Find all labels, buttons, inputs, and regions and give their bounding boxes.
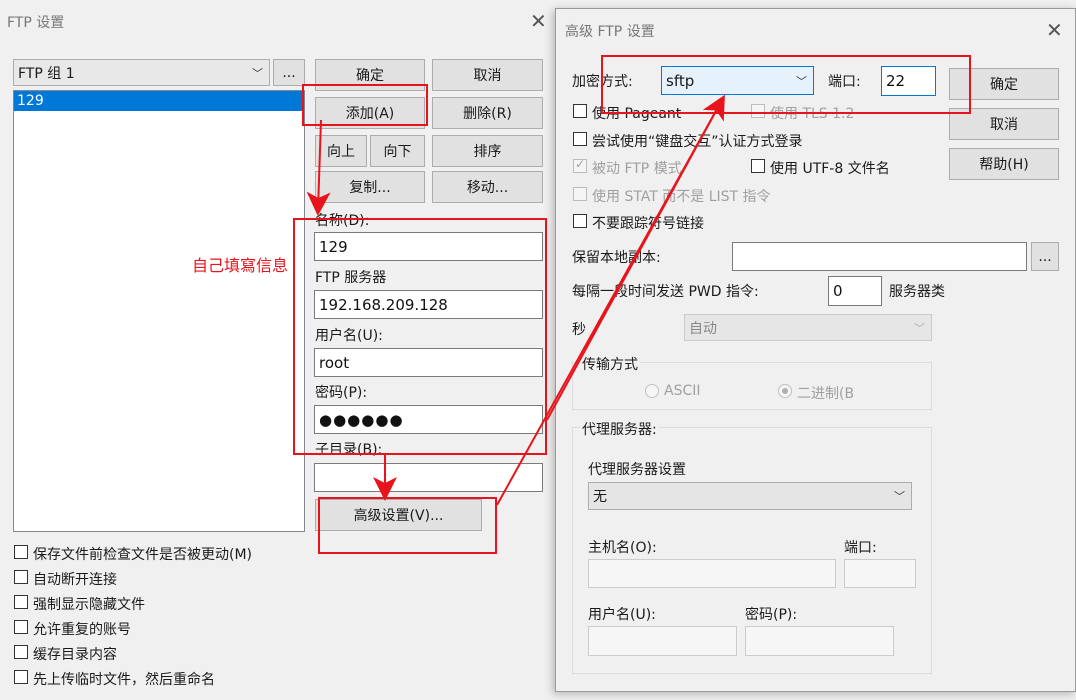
- ftp-server-list[interactable]: 129: [13, 90, 305, 532]
- close-icon[interactable]: ✕: [530, 11, 547, 31]
- move-button[interactable]: 移动...: [432, 171, 543, 203]
- server-type-value: 自动: [689, 320, 717, 337]
- transfer-mode-title: 传输方式: [580, 354, 640, 374]
- passive-mode-checkbox[interactable]: ✓: [573, 157, 587, 173]
- seconds-label: 秒: [572, 322, 586, 338]
- chevron-down-icon: ﹀: [894, 490, 905, 503]
- option-checkbox[interactable]: [14, 645, 28, 659]
- proxy-username-label: 用户名(U):: [588, 607, 656, 623]
- option-label: 自动断开连接: [33, 572, 117, 588]
- move-down-button[interactable]: 向下: [370, 135, 425, 167]
- proxy-port-input[interactable]: [844, 559, 916, 588]
- keyboard-interactive-label: 尝试使用“键盘交互”认证方式登录: [592, 134, 803, 150]
- sort-button[interactable]: 排序: [432, 135, 543, 167]
- keyboard-interactive-checkbox[interactable]: [573, 132, 587, 146]
- chevron-down-icon: ﹀: [252, 66, 263, 80]
- move-up-button[interactable]: 向上: [315, 135, 367, 167]
- ftp-group-value: FTP 组 1: [18, 65, 75, 82]
- option-label: 保存文件前检查文件是否被更动(M): [33, 547, 253, 563]
- proxy-port-label: 端口:: [844, 540, 877, 556]
- stat-label: 使用 STAT 而不是 LIST 指令: [592, 189, 771, 205]
- utf8-label: 使用 UTF-8 文件名: [770, 161, 890, 177]
- option-label: 缓存目录内容: [33, 647, 117, 663]
- proxy-username-input[interactable]: [588, 626, 737, 656]
- option-label: 先上传临时文件，然后重命名: [33, 672, 215, 688]
- list-item[interactable]: 129: [14, 91, 304, 111]
- cancel-button[interactable]: 取消: [432, 59, 543, 91]
- advanced-title: 高级 FTP 设置: [565, 24, 655, 40]
- local-copy-input[interactable]: [732, 242, 1027, 271]
- option-label: 强制显示隐藏文件: [33, 597, 145, 613]
- ftp-group-select[interactable]: FTP 组 1 ﹀: [13, 59, 270, 86]
- option-label: 允许重复的账号: [33, 622, 131, 638]
- chevron-down-icon: ﹀: [914, 321, 925, 335]
- ascii-label: ASCII: [664, 383, 701, 399]
- proxy-select[interactable]: 无 ﹀: [588, 482, 912, 510]
- delete-button[interactable]: 删除(R): [432, 97, 543, 129]
- annotation-text: 自己填寫信息: [192, 256, 289, 275]
- proxy-password-label: 密码(P):: [745, 607, 798, 623]
- no-symlink-label: 不要跟踪符号链接: [592, 216, 704, 232]
- pwd-interval-input[interactable]: 0: [828, 276, 882, 306]
- binary-radio[interactable]: [778, 384, 792, 398]
- ftp-settings-title: FTP 设置: [7, 15, 65, 31]
- host-input[interactable]: [588, 559, 836, 588]
- close-icon[interactable]: ✕: [1046, 20, 1063, 40]
- passive-mode-label: 被动 FTP 模式: [592, 161, 682, 177]
- proxy-title: 代理服务器:: [580, 419, 659, 439]
- option-checkbox[interactable]: [14, 545, 28, 559]
- stat-checkbox[interactable]: [573, 187, 587, 201]
- host-label: 主机名(O):: [588, 540, 657, 556]
- local-copy-more-button[interactable]: ...: [1031, 242, 1059, 271]
- server-type-label: 服务器类: [889, 284, 945, 300]
- copy-button[interactable]: 复制...: [315, 171, 425, 203]
- encryption-highlight: [601, 55, 971, 114]
- help-button[interactable]: 帮助(H): [949, 148, 1059, 180]
- option-checkbox[interactable]: [14, 570, 28, 584]
- check-icon: ✓: [575, 157, 586, 171]
- option-checkbox[interactable]: [14, 595, 28, 609]
- advanced-button-highlight: [318, 497, 497, 554]
- proxy-password-input[interactable]: [745, 626, 894, 656]
- proxy-value: 无: [593, 489, 607, 505]
- subdirectory-input[interactable]: [314, 463, 543, 492]
- fields-highlight: [293, 218, 547, 455]
- local-copy-label: 保留本地副本:: [572, 250, 661, 266]
- server-type-select[interactable]: 自动 ﹀: [684, 314, 932, 341]
- add-button-highlight: [302, 84, 428, 126]
- pageant-checkbox[interactable]: [573, 104, 587, 118]
- pwd-interval-label: 每隔一段时间发送 PWD 指令:: [572, 284, 759, 300]
- binary-label: 二进制(B: [797, 386, 855, 402]
- option-checkbox[interactable]: [14, 670, 28, 684]
- ascii-radio[interactable]: [645, 384, 659, 398]
- no-symlink-checkbox[interactable]: [573, 214, 587, 228]
- help-label: 帮助(H): [979, 157, 1029, 173]
- proxy-settings-label: 代理服务器设置: [588, 462, 686, 478]
- option-checkbox[interactable]: [14, 620, 28, 634]
- utf8-checkbox[interactable]: [751, 159, 765, 173]
- ftp-group-more-button[interactable]: ...: [273, 59, 305, 86]
